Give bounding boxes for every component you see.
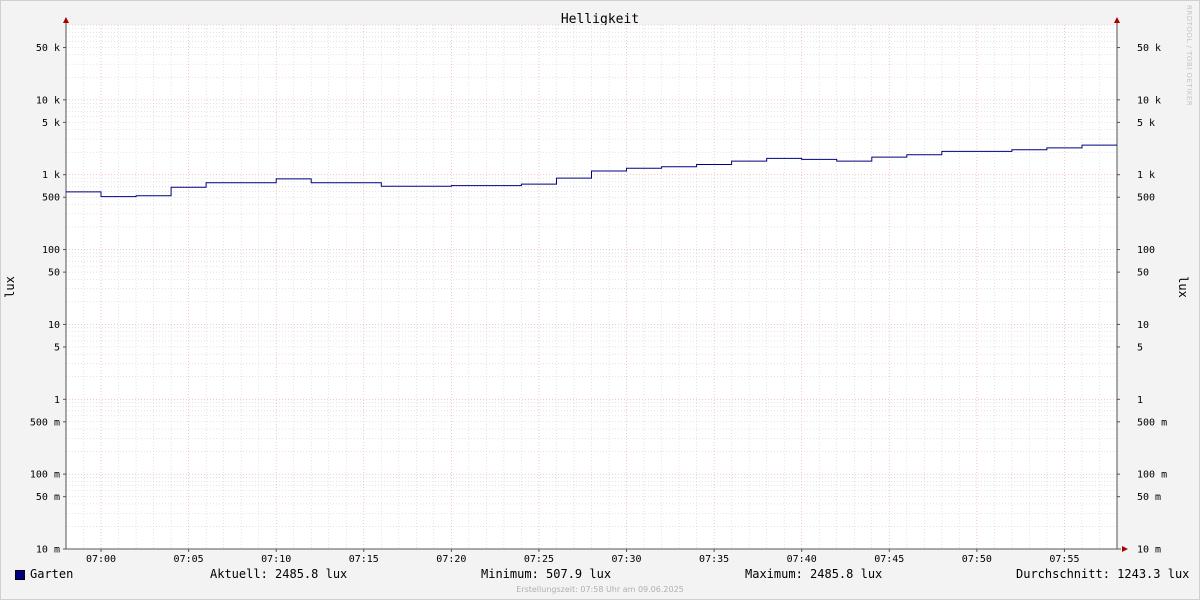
x-tick-label: 07:55 <box>1049 554 1079 565</box>
y-tick-label-right: 100 <box>1137 245 1155 256</box>
y-axis-arrow-right <box>1114 17 1120 23</box>
rrdtool-watermark: RRDTOOL / TOBI OETIKER <box>1185 5 1193 107</box>
x-tick-label: 07:20 <box>436 554 466 565</box>
y-tick-label-left: 5 k <box>42 118 60 129</box>
y-tick-label-right: 50 <box>1137 268 1149 279</box>
chart-canvas: Helligkeit lux lux 07:00 07:05 07:10 07:15 0… <box>3 12 1190 565</box>
y-tick-label-left: 1 <box>54 395 60 406</box>
y-axis-label-right: lux <box>1176 276 1190 298</box>
x-tick-label: 07:30 <box>611 554 641 565</box>
legend-durchschnitt: Durchschnitt: 1243.3 lux <box>1016 567 1190 581</box>
y-tick-label-left: 1 k <box>42 170 60 181</box>
y-tick-label-right: 1 k <box>1137 170 1155 181</box>
y-tick-label-left: 10 k <box>36 95 60 106</box>
x-tick-label: 07:50 <box>962 554 992 565</box>
y-tick-label-right: 5 k <box>1137 118 1155 129</box>
x-tick-label: 07:35 <box>699 554 729 565</box>
y-axis-label-left: lux <box>3 276 17 298</box>
y-tick-label-left: 10 m <box>36 545 60 556</box>
y-tick-label-left: 100 <box>42 245 60 256</box>
y-tick-label-left: 50 m <box>36 492 60 503</box>
y-axis-arrow-left <box>63 17 69 23</box>
y-tick-label-right: 10 <box>1137 320 1149 331</box>
x-tick-label: 07:05 <box>174 554 204 565</box>
y-tick-label-left: 5 <box>54 342 60 353</box>
y-tick-label-right: 100 m <box>1137 470 1167 481</box>
x-tick-label: 07:00 <box>86 554 116 565</box>
y-tick-label-right: 50 m <box>1137 492 1161 503</box>
y-tick-label-right: 1 <box>1137 395 1143 406</box>
y-tick-label-left: 500 m <box>30 417 60 428</box>
y-tick-label-left: 50 <box>48 268 60 279</box>
creation-timestamp: Erstellungszeit: 07:58 Uhr am 09.06.2025 <box>516 585 684 594</box>
y-tick-label-right: 10 k <box>1137 95 1161 106</box>
y-tick-label-left: 50 k <box>36 43 60 54</box>
y-tick-label-right: 50 k <box>1137 43 1161 54</box>
legend-minimum: Minimum: 507.9 lux <box>481 567 612 581</box>
legend-swatch-garten <box>15 570 25 580</box>
x-tick-label: 07:15 <box>349 554 379 565</box>
legend-aktuell: Aktuell: 2485.8 lux <box>210 567 348 581</box>
y-tick-label-right: 500 <box>1137 193 1155 204</box>
legend-series-name: Garten <box>30 567 74 581</box>
y-tick-label-left: 500 <box>42 193 60 204</box>
x-tick-label: 07:40 <box>787 554 817 565</box>
y-tick-label-right: 10 m <box>1137 545 1161 556</box>
y-tick-label-right: 500 m <box>1137 417 1167 428</box>
y-tick-label-right: 5 <box>1137 342 1143 353</box>
legend-maximum: Maximum: 2485.8 lux <box>745 567 883 581</box>
y-tick-label-left: 100 m <box>30 470 60 481</box>
x-tick-label: 07:25 <box>524 554 554 565</box>
x-tick-label: 07:45 <box>874 554 904 565</box>
x-tick-label: 07:10 <box>261 554 291 565</box>
plot-area: 07:00 07:05 07:10 07:15 07:20 07:25 07:30 07:35… <box>30 17 1167 565</box>
y-tick-label-left: 10 <box>48 320 60 331</box>
x-axis-arrow <box>1122 546 1128 552</box>
